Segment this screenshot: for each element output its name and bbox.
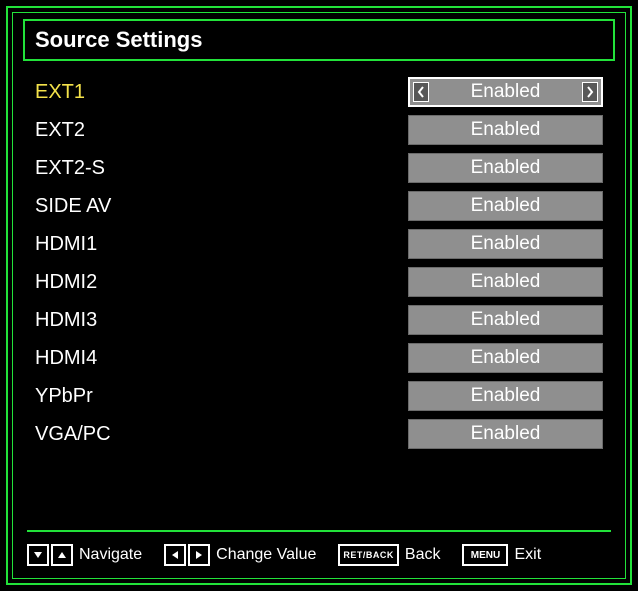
hint-change-value: Change Value: [164, 544, 316, 566]
value-selector[interactable]: Enabled: [408, 229, 603, 259]
source-label: EXT2-S: [35, 157, 408, 180]
source-label: HDMI2: [35, 271, 408, 294]
hint-exit: MENU Exit: [462, 544, 541, 566]
source-value: Enabled: [471, 119, 541, 141]
arrow-down-up-icon: [27, 544, 73, 566]
value-selector[interactable]: Enabled: [408, 343, 603, 373]
source-label: HDMI1: [35, 233, 408, 256]
source-label: YPbPr: [35, 385, 408, 408]
list-item[interactable]: SIDE AV Enabled: [35, 187, 603, 225]
page-title-text: Source Settings: [35, 27, 202, 52]
hint-navigate-label: Navigate: [79, 546, 142, 564]
source-value: Enabled: [471, 309, 541, 331]
source-label: HDMI4: [35, 347, 408, 370]
value-selector[interactable]: Enabled: [408, 153, 603, 183]
value-selector[interactable]: Enabled: [408, 115, 603, 145]
value-selector[interactable]: Enabled: [408, 77, 603, 107]
source-label: EXT1: [35, 81, 408, 104]
list-item[interactable]: VGA/PC Enabled: [35, 415, 603, 453]
hint-exit-label: Exit: [514, 546, 541, 564]
list-item[interactable]: YPbPr Enabled: [35, 377, 603, 415]
hint-change-value-label: Change Value: [216, 546, 316, 564]
chevron-right-icon[interactable]: [582, 82, 598, 102]
osd-outer-frame: Source Settings EXT1EnabledEXT2EnabledEX…: [6, 6, 632, 585]
footer-divider: [27, 530, 611, 532]
list-item[interactable]: HDMI4 Enabled: [35, 339, 603, 377]
value-selector[interactable]: Enabled: [408, 305, 603, 335]
list-item[interactable]: HDMI1 Enabled: [35, 225, 603, 263]
footer-hints: Navigate Change Value RET/BACK Back: [13, 540, 625, 578]
hint-back: RET/BACK Back: [338, 544, 440, 566]
hint-back-label: Back: [405, 546, 441, 564]
source-value: Enabled: [471, 423, 541, 445]
list-item[interactable]: EXT1 Enabled: [35, 73, 603, 111]
value-selector[interactable]: Enabled: [408, 191, 603, 221]
page-title: Source Settings: [23, 19, 615, 61]
source-value: Enabled: [471, 271, 541, 293]
settings-list: EXT1EnabledEXT2EnabledEXT2-SEnabledSIDE …: [13, 73, 625, 470]
list-item[interactable]: EXT2-S Enabled: [35, 149, 603, 187]
source-label: SIDE AV: [35, 195, 408, 218]
source-value: Enabled: [471, 385, 541, 407]
list-item[interactable]: HDMI3 Enabled: [35, 301, 603, 339]
source-value: Enabled: [471, 157, 541, 179]
hint-navigate: Navigate: [27, 544, 142, 566]
osd-inner-frame: Source Settings EXT1EnabledEXT2EnabledEX…: [12, 12, 626, 579]
source-label: VGA/PC: [35, 423, 408, 446]
source-value: Enabled: [471, 347, 541, 369]
value-selector[interactable]: Enabled: [408, 381, 603, 411]
source-value: Enabled: [471, 233, 541, 255]
value-selector[interactable]: Enabled: [408, 419, 603, 449]
source-value: Enabled: [471, 81, 541, 103]
source-label: HDMI3: [35, 309, 408, 332]
chevron-left-icon[interactable]: [413, 82, 429, 102]
list-item[interactable]: HDMI2 Enabled: [35, 263, 603, 301]
value-selector[interactable]: Enabled: [408, 267, 603, 297]
source-label: EXT2: [35, 119, 408, 142]
retback-button-icon: RET/BACK: [338, 544, 399, 566]
list-item[interactable]: EXT2 Enabled: [35, 111, 603, 149]
arrow-left-right-icon: [164, 544, 210, 566]
menu-button-icon: MENU: [462, 544, 508, 566]
source-value: Enabled: [471, 195, 541, 217]
